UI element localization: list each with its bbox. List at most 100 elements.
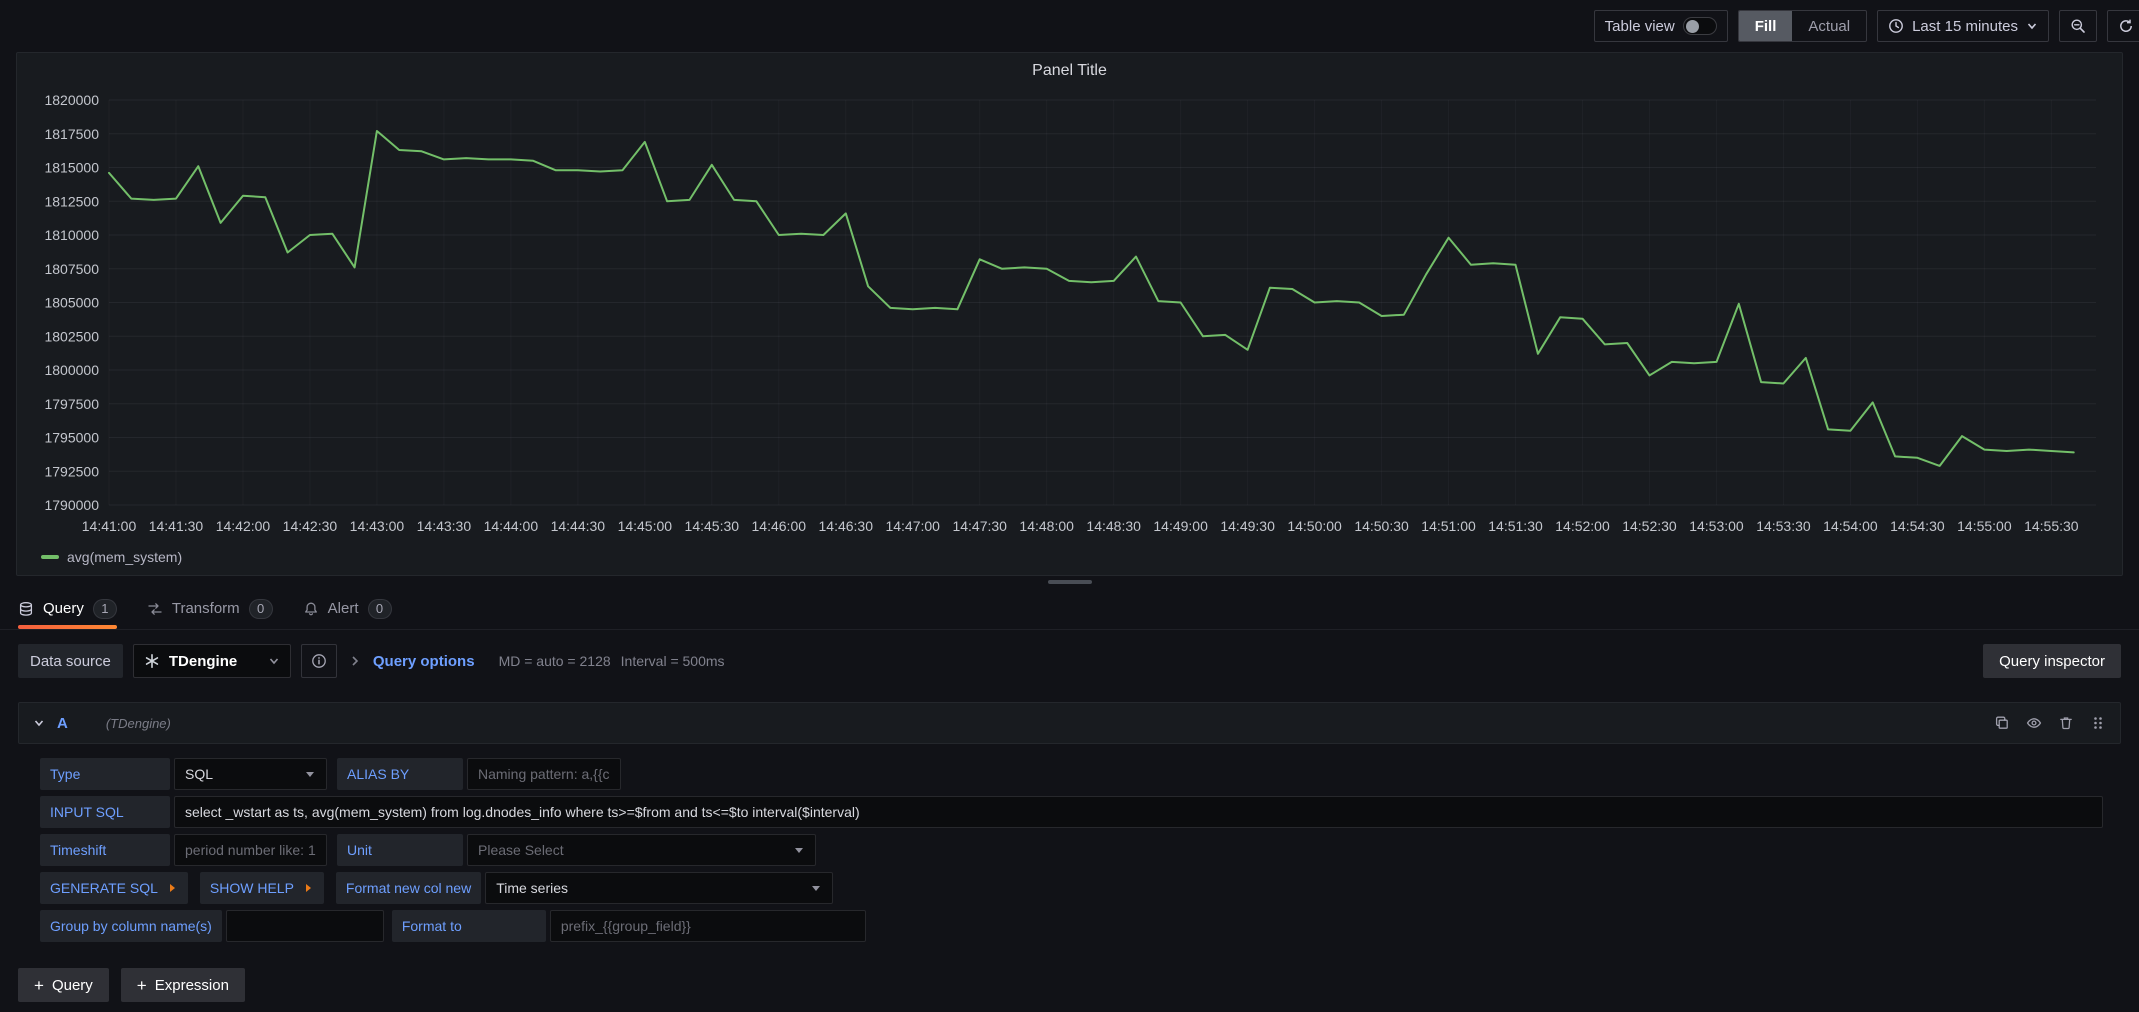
tab-alert-label: Alert [328, 600, 359, 617]
table-view-toggle-group: Table view [1594, 10, 1728, 42]
sql-input[interactable] [174, 796, 2103, 828]
datasource-label: Data source [18, 644, 123, 678]
chart-area: 1790000179250017950001797500180000018025… [17, 80, 2122, 549]
fill-actual-group: Fill Actual [1738, 10, 1867, 42]
svg-text:1797500: 1797500 [44, 396, 99, 412]
svg-text:14:48:00: 14:48:00 [1019, 518, 1074, 534]
tab-transform-label: Transform [172, 600, 240, 617]
duplicate-query-button[interactable] [1994, 715, 2010, 731]
svg-text:14:42:30: 14:42:30 [283, 518, 338, 534]
add-query-button[interactable]: + Query [18, 968, 109, 1002]
group-by-input[interactable] [226, 910, 384, 942]
table-view-switch[interactable] [1683, 17, 1717, 35]
add-expression-button[interactable]: + Expression [121, 968, 245, 1002]
tab-query-badge: 1 [93, 599, 117, 619]
caret-down-icon [793, 844, 805, 856]
svg-text:14:49:00: 14:49:00 [1153, 518, 1208, 534]
time-range-picker[interactable]: Last 15 minutes [1877, 10, 2049, 42]
svg-text:14:41:00: 14:41:00 [82, 518, 137, 534]
legend: avg(mem_system) [17, 549, 2122, 575]
svg-text:14:50:30: 14:50:30 [1354, 518, 1409, 534]
query-ref-id: A [57, 715, 68, 732]
format-to-label: Format to [392, 910, 546, 942]
trash-icon [2058, 715, 2074, 731]
query-row-header[interactable]: A (TDengine) [18, 702, 2121, 744]
query-options-toggle[interactable]: Query options [373, 653, 475, 670]
format-to-input[interactable] [550, 910, 866, 942]
interval-text: Interval = 500ms [621, 653, 725, 669]
show-help-label: SHOW HELP [210, 880, 294, 896]
plus-icon: + [137, 977, 147, 994]
alias-by-input[interactable] [467, 758, 621, 790]
form-row-groupby: Group by column name(s) Format to [40, 910, 2103, 942]
svg-text:14:52:30: 14:52:30 [1622, 518, 1677, 534]
tab-query[interactable]: Query 1 [18, 588, 117, 629]
datasource-info-button[interactable] [301, 644, 337, 678]
svg-text:1807500: 1807500 [44, 261, 99, 277]
actual-option-button[interactable]: Actual [1792, 11, 1866, 41]
query-datasource-hint: (TDengine) [106, 716, 171, 731]
generate-sql-button[interactable]: GENERATE SQL [40, 872, 188, 904]
refresh-icon [2118, 18, 2134, 34]
editor-tabs: Query 1 Transform 0 Alert 0 [0, 588, 2139, 630]
fill-option-button[interactable]: Fill [1739, 11, 1793, 41]
svg-text:1802500: 1802500 [44, 328, 99, 344]
svg-text:14:55:00: 14:55:00 [1957, 518, 2012, 534]
format-select-value: Time series [496, 880, 568, 896]
group-by-label: Group by column name(s) [40, 910, 222, 942]
type-select[interactable]: SQL [174, 758, 327, 790]
panel-area: Panel Title 1790000179250017950001797500… [0, 44, 2139, 588]
datasource-picker[interactable]: TDengine [133, 644, 291, 678]
type-select-value: SQL [185, 766, 213, 782]
tdengine-logo-icon [144, 653, 160, 669]
svg-text:14:48:30: 14:48:30 [1086, 518, 1141, 534]
query-inspector-button[interactable]: Query inspector [1983, 644, 2121, 678]
svg-text:1795000: 1795000 [44, 430, 99, 446]
svg-text:14:47:00: 14:47:00 [885, 518, 940, 534]
panel-resize-handle[interactable] [16, 576, 2123, 588]
editor-footer: + Query + Expression [18, 968, 2121, 1002]
refresh-button[interactable] [2107, 10, 2139, 42]
tab-transform[interactable]: Transform 0 [147, 588, 273, 629]
tab-alert[interactable]: Alert 0 [303, 588, 392, 629]
timeseries-panel: Panel Title 1790000179250017950001797500… [16, 52, 2123, 576]
timeshift-input[interactable] [174, 834, 327, 866]
hide-query-button[interactable] [2026, 715, 2042, 731]
svg-text:14:45:30: 14:45:30 [685, 518, 740, 534]
svg-text:1817500: 1817500 [44, 126, 99, 142]
time-range-label: Last 15 minutes [1912, 18, 2018, 35]
legend-series-label[interactable]: avg(mem_system) [67, 549, 182, 565]
type-label: Type [40, 758, 170, 790]
svg-text:14:54:30: 14:54:30 [1890, 518, 1945, 534]
chevron-right-icon [347, 653, 363, 669]
toggle-knob [1686, 20, 1699, 33]
show-help-button[interactable]: SHOW HELP [200, 872, 324, 904]
svg-text:14:51:00: 14:51:00 [1421, 518, 1476, 534]
drag-handle[interactable] [2090, 715, 2106, 731]
unit-select-placeholder: Please Select [478, 842, 564, 858]
unit-select[interactable]: Please Select [467, 834, 816, 866]
svg-text:14:47:30: 14:47:30 [952, 518, 1007, 534]
datasource-row: Data source TDengine Query options MD = … [0, 630, 2139, 678]
svg-text:14:46:30: 14:46:30 [819, 518, 874, 534]
tab-transform-badge: 0 [249, 599, 273, 619]
panel-title[interactable]: Panel Title [17, 53, 2122, 80]
svg-text:14:46:00: 14:46:00 [752, 518, 807, 534]
zoom-out-button[interactable] [2059, 10, 2097, 42]
format-select[interactable]: Time series [485, 872, 833, 904]
svg-text:14:50:00: 14:50:00 [1287, 518, 1342, 534]
form-row-type: Type SQL ALIAS BY [40, 758, 2103, 790]
generate-sql-label: GENERATE SQL [50, 880, 158, 896]
timeseries-chart-svg[interactable]: 1790000179250017950001797500180000018025… [17, 80, 2122, 549]
query-editor-card: A (TDengine) Type SQL ALIAS BY INPUT SQL [18, 702, 2121, 942]
svg-text:14:55:30: 14:55:30 [2024, 518, 2079, 534]
svg-text:14:44:00: 14:44:00 [484, 518, 539, 534]
delete-query-button[interactable] [2058, 715, 2074, 731]
legend-swatch [41, 555, 59, 559]
svg-text:14:53:00: 14:53:00 [1689, 518, 1744, 534]
svg-text:14:54:00: 14:54:00 [1823, 518, 1878, 534]
svg-text:1815000: 1815000 [44, 160, 99, 176]
datasource-value: TDengine [169, 653, 237, 670]
shuffle-icon [147, 601, 163, 617]
svg-text:14:52:00: 14:52:00 [1555, 518, 1610, 534]
